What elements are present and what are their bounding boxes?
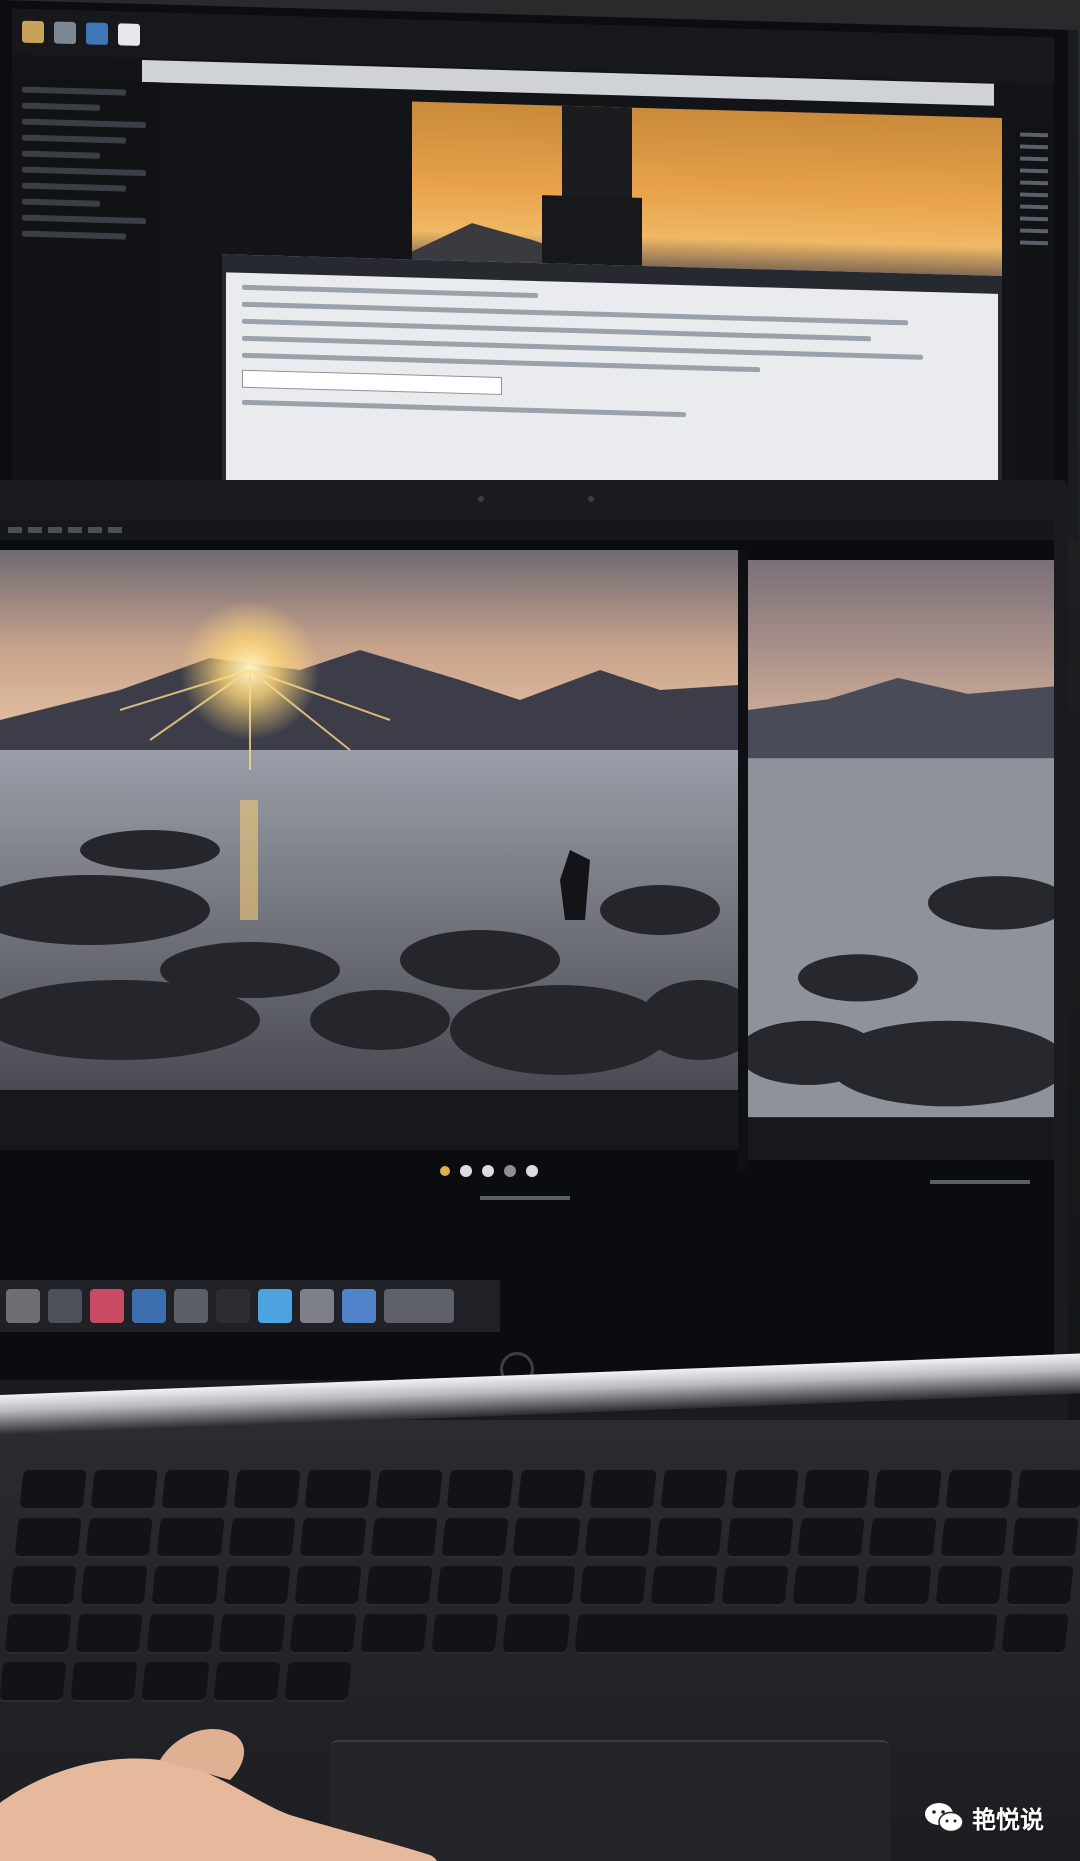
webcam-dot <box>478 496 484 502</box>
dock-app-icon[interactable] <box>384 1289 454 1323</box>
wechat-icon <box>925 1802 964 1832</box>
dialog-input[interactable] <box>242 369 502 396</box>
dock-app-icon[interactable] <box>6 1289 40 1323</box>
monitor-dialog-window[interactable] <box>222 254 1002 506</box>
dot-indicator[interactable] <box>460 1165 472 1177</box>
app-icon[interactable] <box>118 23 140 46</box>
dot-indicator[interactable] <box>440 1166 450 1176</box>
user-hand <box>0 1729 437 1861</box>
dot-indicator[interactable] <box>526 1165 538 1177</box>
dot-indicator[interactable] <box>482 1165 494 1177</box>
split-divider[interactable] <box>738 550 748 1170</box>
app-icon[interactable] <box>54 21 76 45</box>
watermark-label: 艳悦说 <box>972 1806 1044 1834</box>
playback-indicator[interactable] <box>440 1165 538 1177</box>
caption-strip <box>480 1196 570 1200</box>
dock-app-icon[interactable] <box>174 1289 208 1323</box>
webcam-dot <box>588 496 594 502</box>
monitor-sidebar <box>12 78 162 493</box>
taskbar-dock <box>0 1280 500 1332</box>
dock-app-icon[interactable] <box>216 1289 250 1323</box>
caption-strip <box>930 1180 1030 1184</box>
dock-app-icon[interactable] <box>342 1289 376 1323</box>
dot-indicator[interactable] <box>504 1165 516 1177</box>
external-monitor <box>0 0 1078 543</box>
watermark: 艳悦说 <box>924 1800 1044 1835</box>
app-icon[interactable] <box>22 20 44 44</box>
monitor-right-panel <box>1014 126 1054 488</box>
laptop-top-strip <box>0 520 1054 540</box>
dock-app-icon[interactable] <box>48 1289 82 1323</box>
app-icon[interactable] <box>86 22 108 46</box>
dock-app-icon[interactable] <box>300 1289 334 1323</box>
sunset-photo-main[interactable] <box>0 550 738 1150</box>
laptop-lid <box>0 480 1068 1440</box>
monitor-screen <box>12 8 1054 518</box>
sunset-photo-side[interactable] <box>748 560 1054 1160</box>
laptop-screen <box>0 520 1054 1380</box>
dock-app-icon[interactable] <box>132 1289 166 1323</box>
dock-app-icon[interactable] <box>258 1289 292 1323</box>
dock-app-icon[interactable] <box>90 1289 124 1323</box>
